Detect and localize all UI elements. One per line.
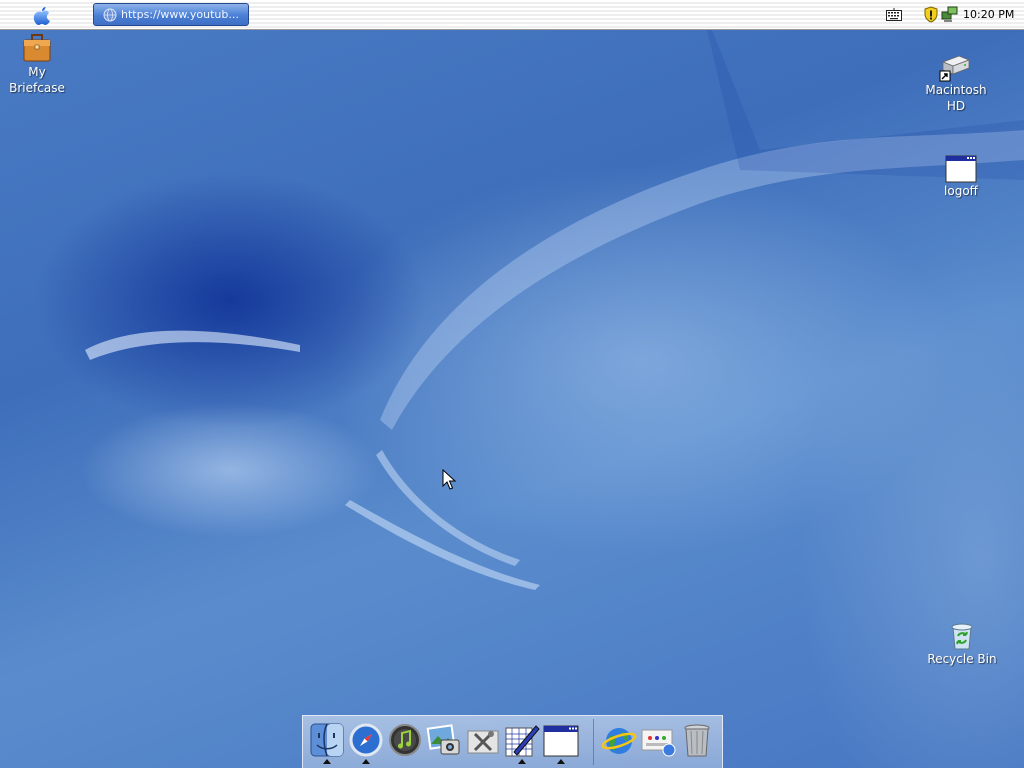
desktop-icon-label: Briefcase — [9, 81, 65, 95]
wallpaper-streaks — [85, 0, 1024, 590]
browser-taskbar-label: https://www.youtub... — [121, 8, 239, 21]
desktop-icon-label: My — [28, 65, 46, 79]
apple-icon[interactable] — [33, 6, 51, 26]
dock-item-finder[interactable] — [309, 722, 345, 764]
menu-bar: https://www.youtub... 10:20 PM — [0, 0, 1024, 30]
dock-item-network-settings[interactable] — [640, 722, 676, 760]
desktop-icon-label: logoff — [944, 184, 978, 198]
dock-item-textedit[interactable] — [504, 722, 540, 764]
application-window-icon — [543, 725, 579, 757]
security-shield-icon[interactable] — [924, 6, 938, 23]
running-indicator — [323, 759, 331, 764]
dock-item-internet[interactable] — [601, 722, 637, 760]
dock-item-iphoto[interactable] — [426, 722, 462, 760]
trash-icon — [684, 724, 710, 757]
running-indicator — [557, 759, 565, 764]
dock-separator — [593, 719, 594, 765]
iphoto-icon — [426, 724, 460, 755]
keyboard-icon[interactable] — [886, 8, 902, 21]
clock[interactable]: 10:20 PM — [963, 8, 1014, 21]
running-indicator — [518, 759, 526, 764]
network-settings-icon — [641, 729, 676, 757]
dock-item-trash[interactable] — [679, 722, 715, 760]
recycle-bin-icon — [951, 623, 973, 650]
itunes-music-icon — [389, 724, 421, 756]
desktop-icon-recycle-bin[interactable]: Recycle Bin — [924, 621, 1000, 667]
desktop-icon-label: Recycle Bin — [927, 652, 997, 666]
internet-globe-icon — [601, 728, 637, 754]
desktop-icon-label: Macintosh — [925, 83, 987, 97]
finder-icon — [310, 723, 344, 757]
briefcase-icon — [23, 34, 51, 62]
safari-compass-icon — [349, 723, 383, 757]
browser-taskbar-button[interactable]: https://www.youtub... — [93, 3, 249, 26]
application-window-icon — [945, 155, 977, 183]
desktop-icon-my-briefcase[interactable]: My Briefcase — [6, 32, 68, 96]
desktop-icon-label: HD — [946, 99, 966, 113]
running-indicator — [362, 759, 370, 764]
dock-item-itunes[interactable] — [387, 722, 423, 760]
system-tools-icon — [467, 730, 499, 754]
dock — [302, 715, 723, 768]
dock-item-application-window[interactable] — [543, 722, 579, 764]
desktop-icon-macintosh-hd[interactable]: Macintosh HD — [920, 52, 992, 114]
dock-item-system-tools[interactable] — [465, 722, 501, 760]
hard-drive-icon — [939, 55, 971, 82]
mouse-pointer-icon — [442, 469, 456, 490]
textedit-pen-icon — [505, 725, 540, 757]
globe-icon — [103, 8, 117, 22]
network-connection-icon[interactable] — [941, 5, 958, 23]
desktop-icon-logoff[interactable]: logoff — [930, 155, 992, 199]
dock-item-safari[interactable] — [348, 722, 384, 764]
